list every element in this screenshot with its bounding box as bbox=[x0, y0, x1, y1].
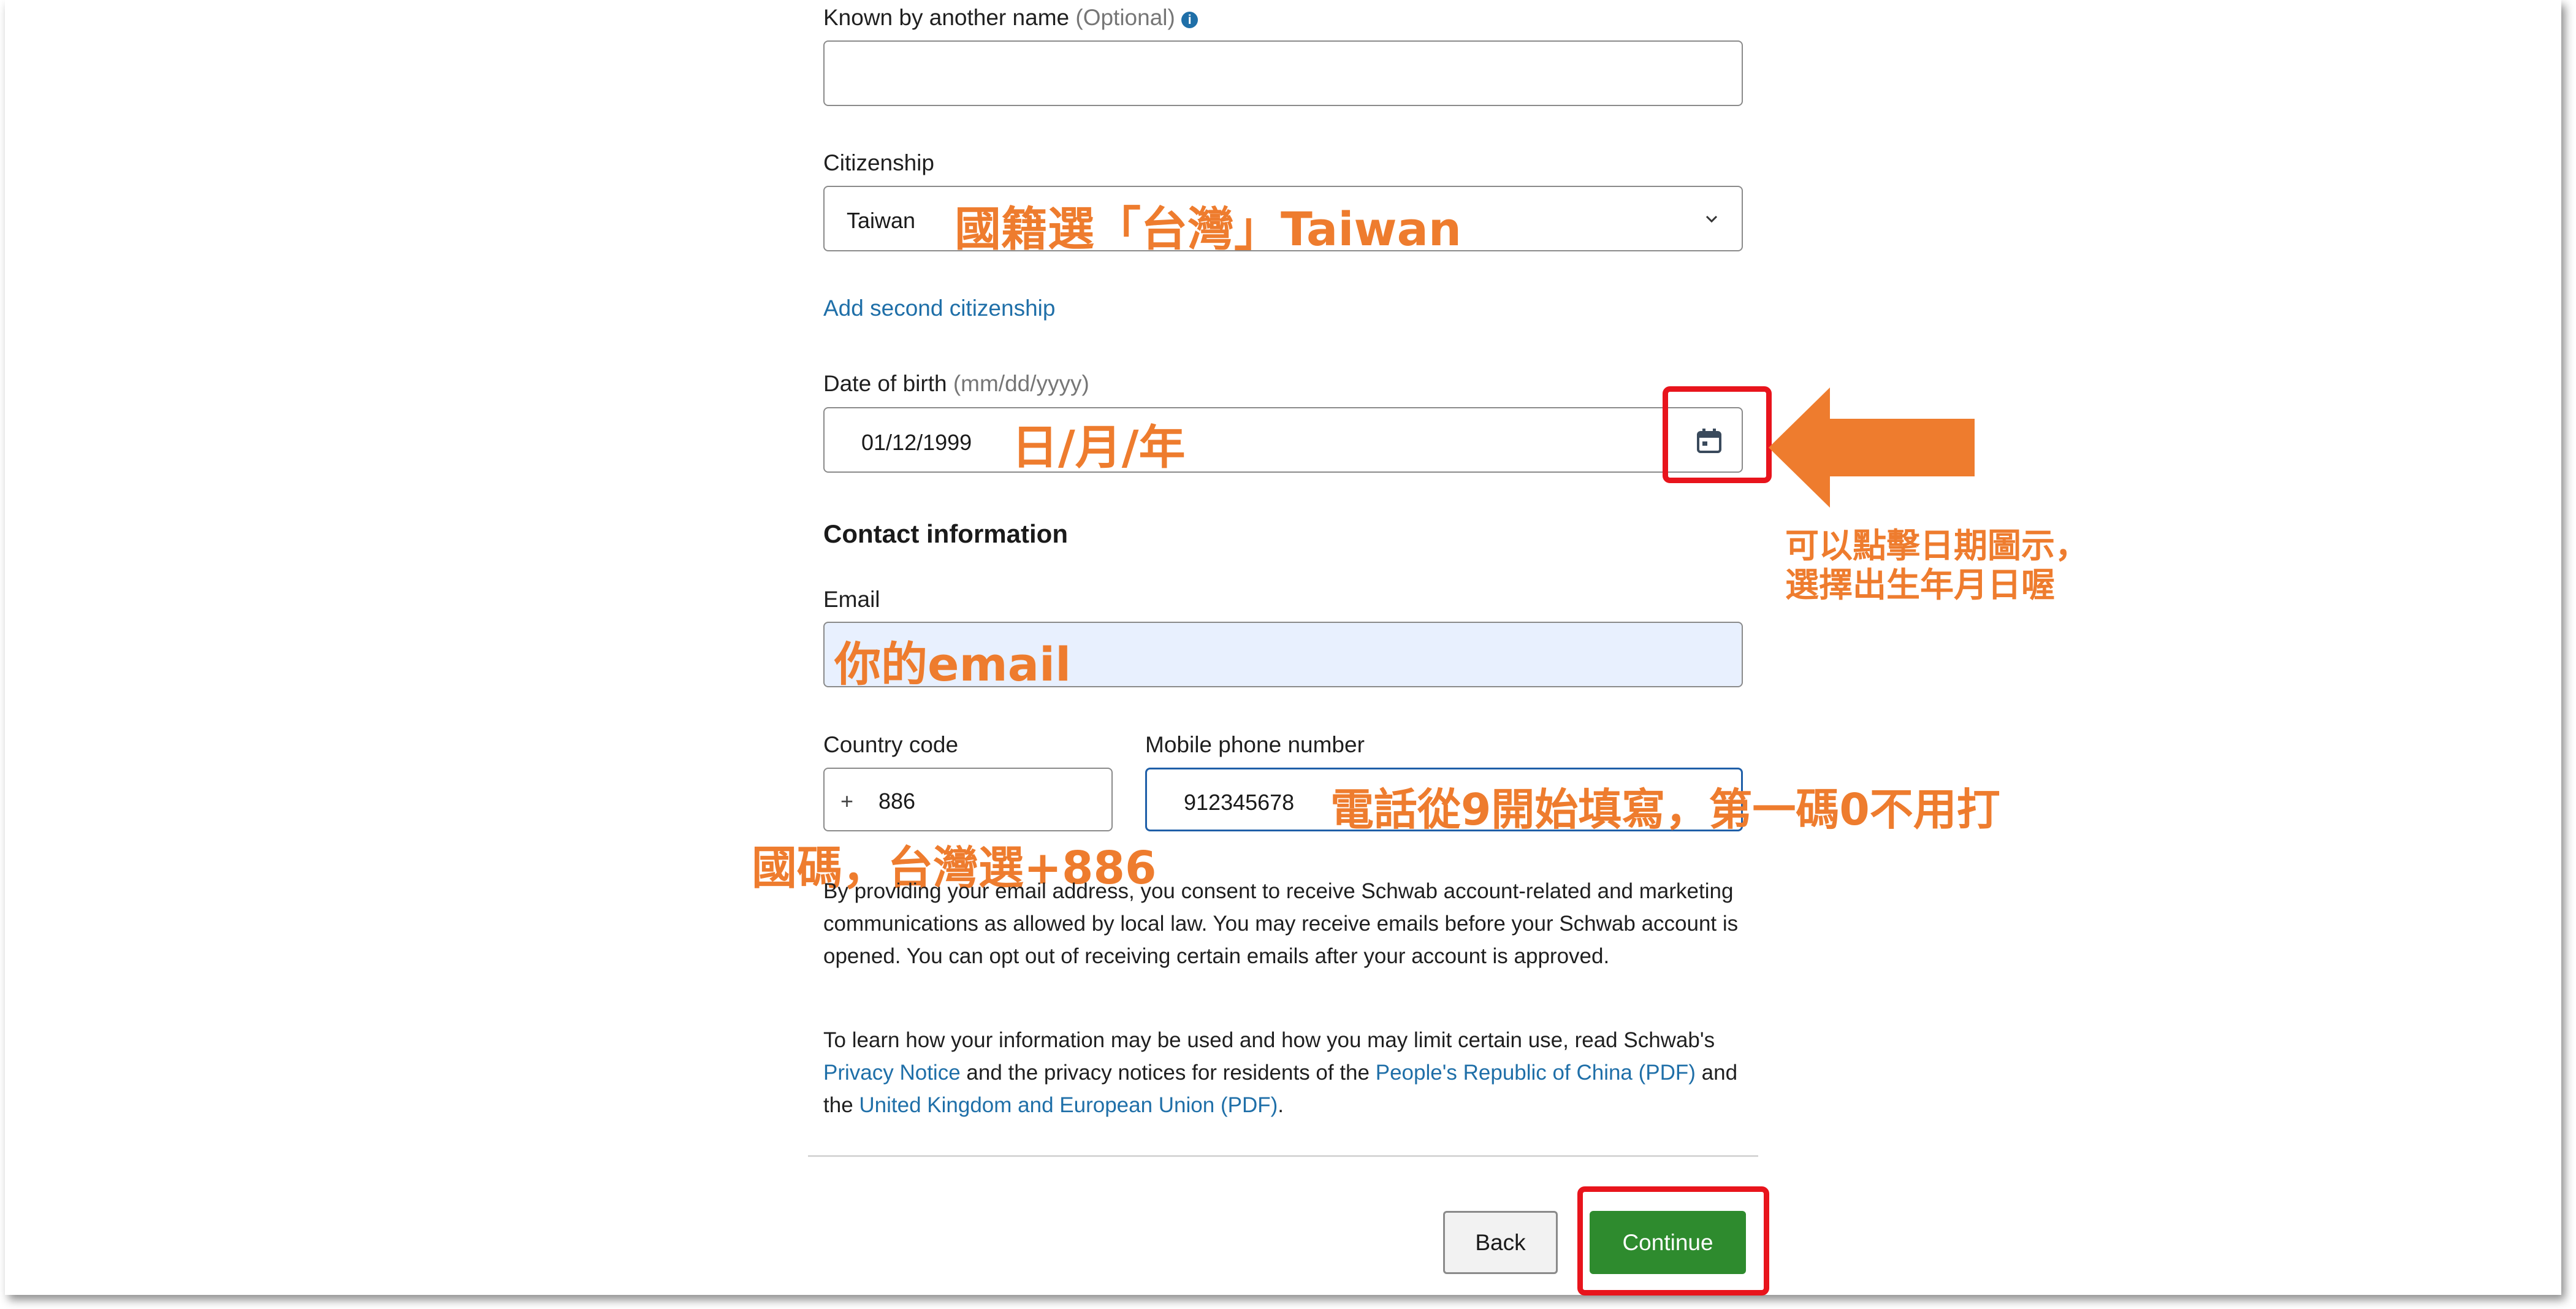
add-second-citizenship-link[interactable]: Add second citizenship bbox=[823, 296, 1055, 321]
privacy-paragraph: To learn how your information may be use… bbox=[823, 1028, 1738, 1117]
citizenship-label: Citizenship bbox=[823, 150, 934, 175]
country-code-label: Country code bbox=[823, 732, 959, 757]
privacy-notice-link[interactable]: Privacy Notice bbox=[823, 1061, 961, 1085]
plus-sign: + bbox=[840, 788, 854, 814]
consent-paragraph: By providing your email address, you con… bbox=[823, 879, 1739, 968]
dob-annotation: 日/月/年 bbox=[1012, 420, 1186, 475]
email-label: Email bbox=[823, 587, 880, 612]
known-by-label: Known by another name (Optional) i bbox=[823, 5, 1198, 31]
back-button[interactable]: Back bbox=[1443, 1211, 1558, 1274]
calendar-highlight-box bbox=[1663, 386, 1772, 483]
phone-annotation: 電話從9開始填寫，第一碼0不用打 bbox=[1330, 784, 2000, 835]
chevron-down-icon bbox=[1705, 215, 1718, 223]
contact-heading: Contact information bbox=[823, 519, 1068, 548]
dob-label: Date of birth (mm/dd/yyyy) bbox=[823, 371, 1089, 396]
continue-highlight-box bbox=[1577, 1186, 1769, 1296]
prc-privacy-link[interactable]: People's Republic of China (PDF) bbox=[1376, 1061, 1696, 1085]
known-by-input[interactable] bbox=[823, 40, 1743, 106]
country-code-input[interactable]: + 886 bbox=[823, 768, 1113, 831]
divider bbox=[808, 1155, 1758, 1157]
arrow-annotation bbox=[1769, 387, 1975, 508]
calendar-annotation: 可以點擊日期圖示， 選擇出生年月日喔 bbox=[1785, 526, 2089, 605]
phone-label: Mobile phone number bbox=[1145, 732, 1365, 757]
dob-input[interactable]: 01/12/1999 bbox=[823, 407, 1743, 473]
citizenship-annotation: 國籍選「台灣」Taiwan bbox=[955, 202, 1461, 256]
uk-eu-privacy-link[interactable]: United Kingdom and European Union (PDF) bbox=[859, 1093, 1278, 1117]
info-icon[interactable]: i bbox=[1181, 12, 1198, 28]
email-annotation: 你的email bbox=[834, 637, 1072, 692]
